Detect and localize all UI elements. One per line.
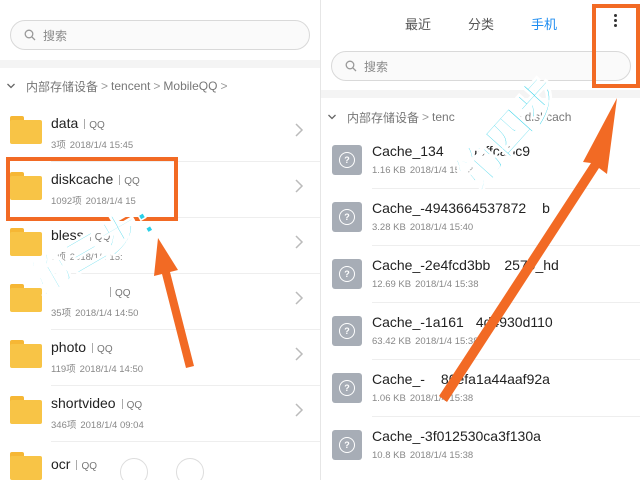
arrow-annotation-step4 [439, 98, 617, 402]
right-screen: 最近 分类 手机 搜索 内部存储设备 > tenc > diskcach ? C… [320, 0, 640, 480]
left-screen: 搜索 内部存储设备 > tencent > MobileQQ > data QQ … [0, 0, 320, 480]
